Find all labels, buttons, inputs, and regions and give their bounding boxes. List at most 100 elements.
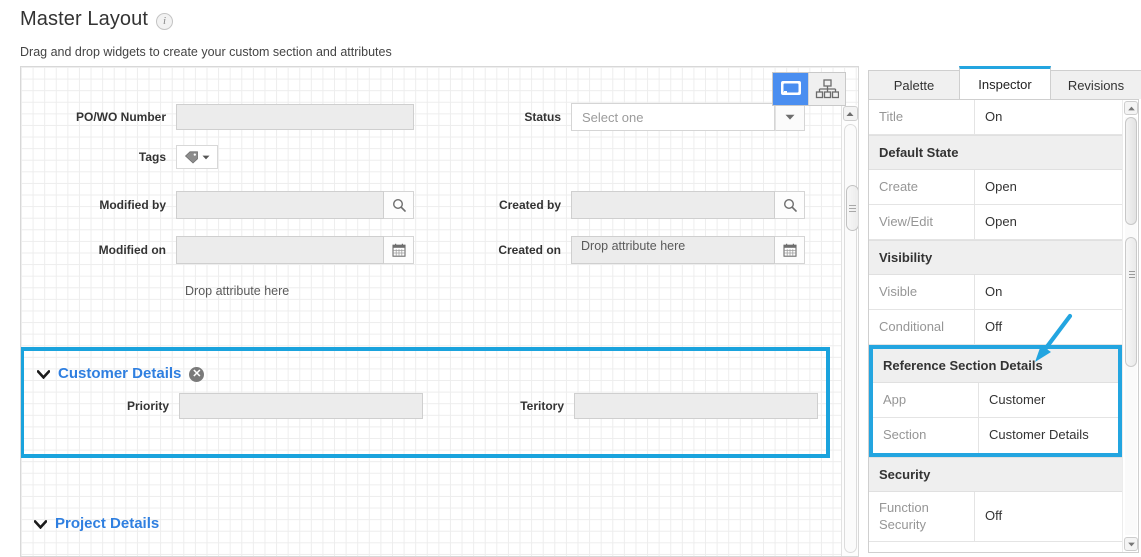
teritory-input[interactable]: [574, 393, 818, 419]
panel-tabs: Palette Inspector Revisions: [864, 66, 1141, 99]
field-status: Status Select one: [461, 103, 841, 131]
property-row-visible[interactable]: Visible On: [869, 275, 1122, 310]
tags-picker[interactable]: [176, 145, 218, 169]
field-label: Modified by: [99, 198, 166, 212]
field-modified-on: Modified on: [21, 236, 421, 264]
property-value[interactable]: On: [975, 275, 1122, 309]
chevron-up-icon: [1127, 106, 1135, 110]
tag-icon: [184, 150, 198, 164]
scroll-grip-icon: [1129, 269, 1135, 280]
section-header[interactable]: Customer Details ✕: [36, 365, 826, 383]
property-group-security: Security: [869, 457, 1122, 492]
monitor-icon: [780, 81, 801, 95]
desktop-view-button[interactable]: [773, 73, 809, 105]
section-customer-details[interactable]: Customer Details ✕ Priority Teritory: [21, 347, 830, 458]
property-key: View/Edit: [869, 205, 975, 239]
field-created-by: Created by: [461, 191, 841, 219]
field-label: Created by: [498, 198, 561, 212]
field-tags: Tags: [21, 145, 421, 169]
page-title: Master Layout: [20, 8, 149, 30]
property-value[interactable]: On: [975, 100, 1122, 134]
panel-scroll-up-button[interactable]: [1124, 101, 1138, 115]
priority-input[interactable]: [179, 393, 423, 419]
section-title: Project Details: [55, 515, 160, 532]
tab-revisions[interactable]: Revisions: [1050, 70, 1141, 99]
property-list-area: Title On Default State Create Open View/…: [868, 99, 1139, 553]
modified-on-calendar-button[interactable]: [384, 236, 414, 264]
property-row-section[interactable]: Section Customer Details: [873, 418, 1118, 453]
property-key: Create: [869, 170, 975, 204]
drop-hint-right[interactable]: Drop attribute here: [581, 239, 685, 253]
property-key: Visible: [869, 275, 975, 309]
property-value[interactable]: Customer: [979, 383, 1118, 417]
property-row-create[interactable]: Create Open: [869, 170, 1122, 205]
page-subtitle: Drag and drop widgets to create your cus…: [20, 45, 392, 59]
created-by-input[interactable]: [571, 191, 775, 219]
field-label: Status: [524, 110, 561, 124]
status-select-caret[interactable]: [775, 103, 805, 131]
property-key: App: [873, 383, 979, 417]
property-row-title[interactable]: Title On: [869, 100, 1122, 135]
annotation-arrow: [1018, 312, 1080, 375]
search-icon: [783, 198, 797, 212]
property-group-default-state: Default State: [869, 135, 1122, 170]
arrow-down-left-icon: [1035, 313, 1073, 362]
field-label: Teritory: [520, 399, 564, 413]
property-row-conditional[interactable]: Conditional Off: [869, 310, 1122, 345]
section-project-details[interactable]: Project Details: [33, 515, 159, 533]
property-row-view-edit[interactable]: View/Edit Open: [869, 205, 1122, 240]
property-row-function-security[interactable]: Function Security Off: [869, 492, 1122, 542]
modified-on-input[interactable]: [176, 236, 384, 264]
created-by-search-button[interactable]: [775, 191, 805, 219]
canvas-scrollbar[interactable]: [841, 105, 858, 556]
property-group-reference-section-details: Reference Section Details: [873, 349, 1118, 383]
page-header: Master Layout i Drag and drop widgets to…: [20, 6, 920, 60]
canvas-scroll-track[interactable]: [844, 124, 858, 553]
property-value[interactable]: Off: [975, 492, 1122, 541]
panel-scroll-track[interactable]: [1125, 117, 1137, 535]
field-label: Tags: [138, 150, 166, 164]
tab-inspector[interactable]: Inspector: [959, 66, 1051, 99]
layout-canvas[interactable]: PO/WO Number Tags Modified by Modified o…: [20, 66, 859, 557]
chevron-down-icon: [202, 155, 210, 159]
chevron-up-icon: [846, 111, 854, 116]
property-key: Section: [873, 418, 979, 453]
tab-palette[interactable]: Palette: [868, 70, 960, 99]
chevron-down-icon: [1127, 542, 1135, 546]
property-key: Title: [869, 100, 975, 134]
close-circle-icon[interactable]: ✕: [189, 366, 205, 382]
calendar-icon: [391, 243, 406, 257]
scroll-up-button[interactable]: [842, 106, 858, 121]
property-key: Conditional: [869, 310, 975, 344]
modified-by-search-button[interactable]: [384, 191, 414, 219]
po-wo-number-input[interactable]: [176, 104, 414, 130]
chevron-down-icon[interactable]: [33, 517, 47, 531]
created-on-calendar-button[interactable]: [775, 236, 805, 264]
field-label: Modified on: [98, 243, 166, 257]
reference-section-details-block[interactable]: Reference Section Details App Customer S…: [869, 345, 1122, 457]
modified-by-input[interactable]: [176, 191, 384, 219]
drop-hint-left[interactable]: Drop attribute here: [185, 284, 289, 298]
panel-scroll-thumb-lower[interactable]: [1125, 237, 1137, 367]
section-header[interactable]: Project Details: [33, 515, 159, 533]
property-list: Title On Default State Create Open View/…: [869, 100, 1122, 542]
section-title: Customer Details: [58, 365, 182, 382]
field-priority: Priority: [24, 393, 424, 419]
panel-scroll-down-button[interactable]: [1124, 537, 1138, 551]
property-value[interactable]: Customer Details: [979, 418, 1118, 453]
field-modified-by: Modified by: [21, 191, 421, 219]
field-label: PO/WO Number: [75, 110, 166, 124]
info-icon[interactable]: i: [156, 12, 174, 30]
sitemap-icon: [815, 79, 839, 99]
property-value[interactable]: Open: [975, 170, 1122, 204]
hierarchy-view-button[interactable]: [809, 73, 845, 105]
property-value[interactable]: Open: [975, 205, 1122, 239]
field-label: Priority: [126, 399, 169, 413]
canvas-scroll-thumb[interactable]: [846, 185, 858, 231]
property-row-app[interactable]: App Customer: [873, 383, 1118, 418]
status-select[interactable]: Select one: [571, 103, 775, 131]
panel-scroll-thumb[interactable]: [1125, 117, 1137, 225]
property-group-visibility: Visibility: [869, 240, 1122, 275]
panel-scrollbar[interactable]: [1122, 100, 1138, 552]
chevron-down-icon[interactable]: [36, 367, 50, 381]
